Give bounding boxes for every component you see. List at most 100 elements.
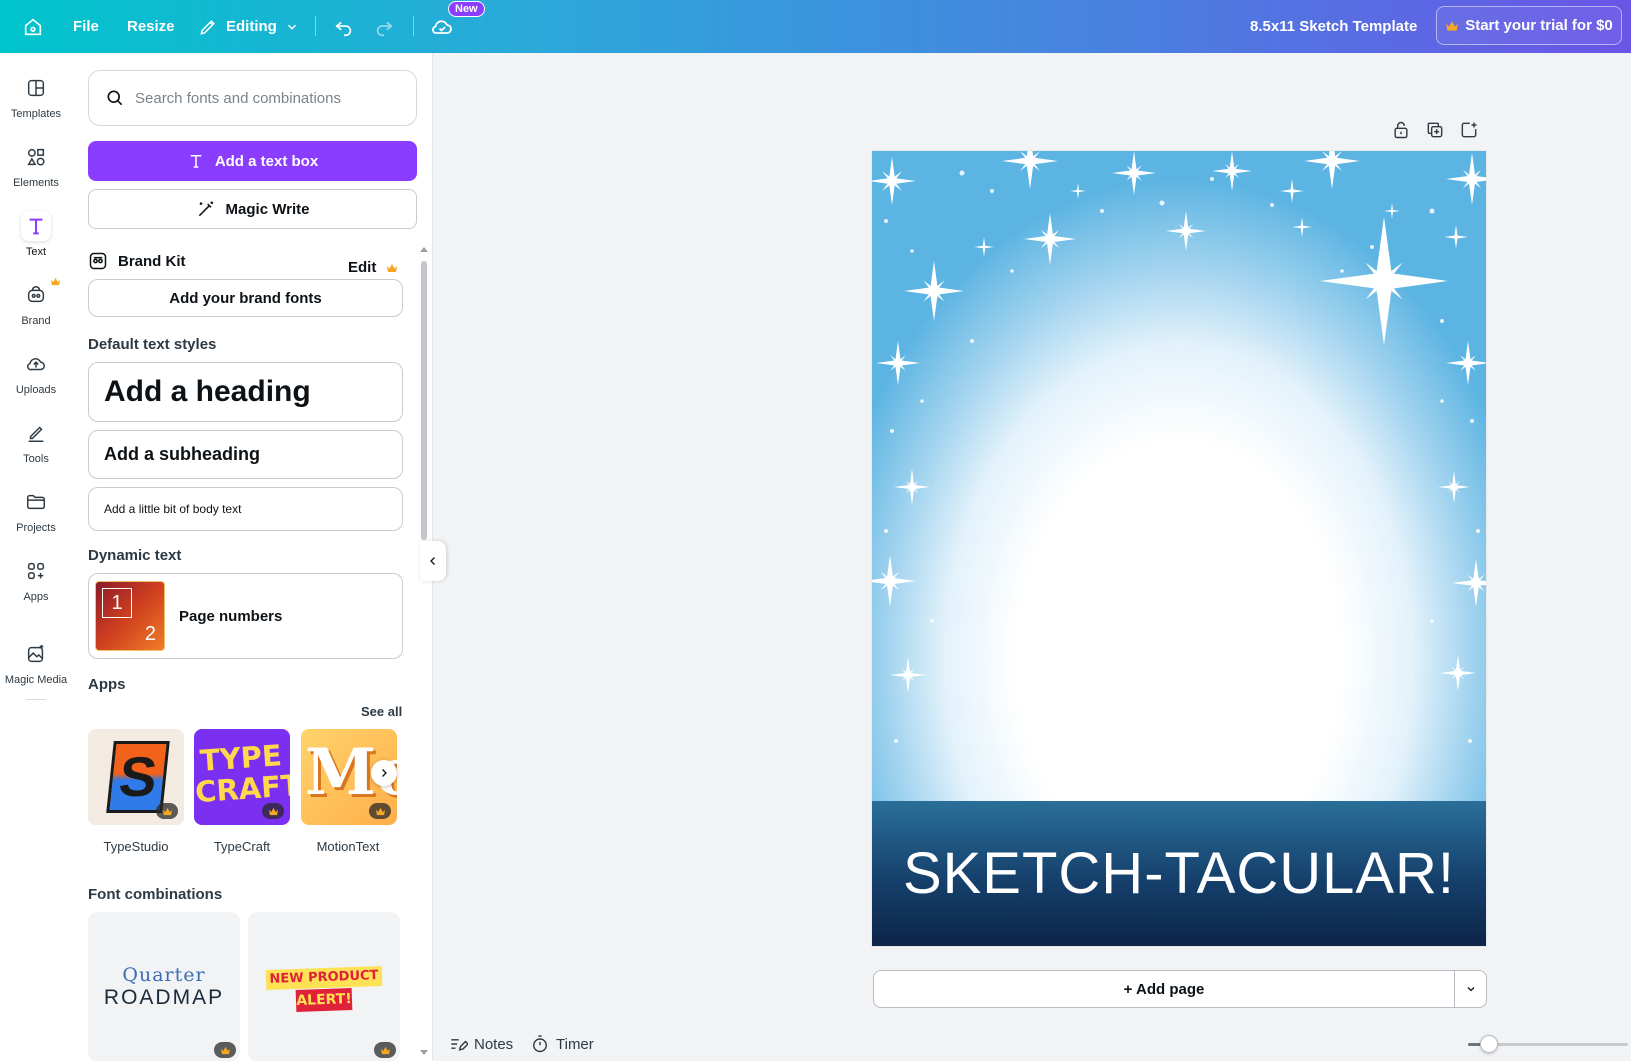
crown-icon: [220, 1046, 230, 1054]
notes-icon: [451, 1039, 468, 1051]
toolbar-divider: [315, 16, 316, 36]
sparkle-stars: [872, 151, 1486, 743]
add-page-bar: + Add page: [873, 970, 1487, 1008]
apps-scroll-next-button[interactable]: [371, 760, 397, 786]
elements-icon: [21, 142, 51, 172]
premium-badge: [374, 1042, 396, 1058]
add-body-text-button[interactable]: Add a little bit of body text: [88, 487, 403, 531]
undo-button[interactable]: [333, 0, 355, 53]
zoom-slider-handle[interactable]: [1480, 1035, 1498, 1053]
add-page-button[interactable]: + Add page: [874, 981, 1454, 998]
new-badge: New: [448, 1, 485, 17]
banner-headline[interactable]: SKETCH-TACULAR!: [903, 840, 1455, 907]
page-numbers-button[interactable]: 1 2 Page numbers: [88, 573, 403, 659]
edit-label: Edit: [348, 259, 377, 276]
rail-item-text[interactable]: Text: [0, 211, 72, 279]
document-title[interactable]: 8.5x11 Sketch Template: [1250, 0, 1417, 53]
rail-label: Elements: [13, 177, 59, 189]
undo-icon: [335, 21, 352, 36]
rail-item-apps[interactable]: Apps: [0, 556, 72, 624]
home-icon: [24, 18, 42, 35]
premium-badge: [156, 803, 178, 819]
pencil-icon: [200, 19, 215, 35]
timer-button[interactable]: Timer: [530, 1034, 594, 1054]
design-page[interactable]: SKETCH-TACULAR!: [872, 151, 1486, 946]
search-input[interactable]: [135, 89, 395, 107]
duplicate-page-icon[interactable]: [1425, 120, 1445, 140]
crown-icon: [375, 807, 385, 815]
rail-item-projects[interactable]: Projects: [0, 487, 72, 555]
zoom-slider[interactable]: [1468, 1035, 1628, 1053]
left-rail: Templates Elements Text Brand Uploads To…: [0, 53, 72, 1061]
typecraft-logo: TYPE CRAFT: [194, 738, 290, 809]
app-name: TypeCraft: [213, 839, 271, 854]
text-icon: [21, 211, 51, 241]
font-combo-new-product-alert[interactable]: NEW PRODUCT ALERT!: [248, 912, 400, 1061]
templates-icon: [21, 73, 51, 103]
rail-label: Projects: [16, 522, 56, 534]
rail-item-templates[interactable]: Templates: [0, 73, 72, 141]
page-number-two: 2: [144, 623, 156, 645]
premium-badge: [214, 1042, 236, 1058]
scroll-up-arrow[interactable]: [419, 245, 429, 253]
crown-icon: [380, 1046, 390, 1054]
rail-label: Apps: [23, 591, 49, 603]
add-page-icon[interactable]: [1459, 120, 1479, 140]
add-text-box-label: Add a text box: [214, 152, 319, 170]
notes-button[interactable]: Notes: [448, 1034, 513, 1054]
add-subheading-button[interactable]: Add a subheading: [88, 430, 403, 479]
page-tools: [1391, 120, 1479, 140]
brand-icon: [21, 280, 51, 310]
default-styles-title: Default text styles: [88, 336, 217, 353]
font-combinations-title: Font combinations: [88, 886, 223, 903]
redo-icon: [376, 21, 393, 36]
font-combo-quarter-roadmap[interactable]: Quarter ROADMAP: [88, 912, 240, 1061]
tools-icon: [21, 418, 51, 448]
app-tile-typecraft[interactable]: TYPE CRAFT: [194, 729, 290, 825]
app-name: MotionText: [316, 839, 380, 854]
timer-label: Timer: [556, 1035, 594, 1053]
brand-kit-header: Brand Kit: [88, 251, 186, 271]
start-trial-label: Start your trial for $0: [1465, 17, 1613, 34]
text-panel: Add a text box Magic Write Brand Kit Edi…: [72, 53, 433, 1061]
panel-scrollbar[interactable]: [421, 261, 427, 540]
collapse-panel-button[interactable]: [420, 541, 446, 581]
rail-item-elements[interactable]: Elements: [0, 142, 72, 210]
chevron-down-icon: [1467, 987, 1474, 992]
text-icon: [190, 155, 202, 168]
see-all-link[interactable]: See all: [361, 704, 402, 719]
rail-item-brand[interactable]: Brand: [0, 280, 72, 348]
rail-item-magic-media[interactable]: Magic Media: [0, 639, 72, 707]
app-tile-typestudio[interactable]: S: [88, 729, 184, 825]
page-numbers-thumbnail: 1 2: [95, 581, 165, 651]
search-box[interactable]: [88, 70, 417, 126]
redo-button[interactable]: [373, 0, 395, 53]
rail-item-uploads[interactable]: Uploads: [0, 349, 72, 417]
rail-item-tools[interactable]: Tools: [0, 418, 72, 486]
add-heading-button[interactable]: Add a heading: [88, 362, 403, 422]
title-banner[interactable]: SKETCH-TACULAR!: [872, 801, 1486, 946]
home-button[interactable]: [22, 0, 44, 53]
start-trial-button[interactable]: Start your trial for $0: [1436, 6, 1622, 45]
lock-icon[interactable]: [1391, 120, 1411, 140]
cloud-check-icon: [432, 19, 452, 34]
rail-label: Brand: [21, 315, 51, 327]
timer-icon: [533, 1035, 547, 1053]
add-brand-fonts-button[interactable]: Add your brand fonts: [88, 279, 403, 317]
editing-menu[interactable]: Editing: [198, 0, 299, 53]
apps-icon: [21, 556, 51, 586]
combo-line: ROADMAP: [103, 986, 225, 1009]
magic-write-button[interactable]: Magic Write: [88, 189, 417, 229]
add-text-box-button[interactable]: Add a text box: [88, 141, 417, 181]
brand-kit-edit[interactable]: Edit: [348, 259, 398, 276]
file-menu[interactable]: File: [73, 0, 99, 53]
crown-icon: [268, 807, 278, 815]
add-page-options-button[interactable]: [1454, 971, 1486, 1007]
typestudio-logo: S: [106, 741, 170, 813]
apps-title: Apps: [88, 676, 126, 693]
sparkle-sky-background: [872, 151, 1486, 801]
resize-menu[interactable]: Resize: [127, 0, 175, 53]
scroll-down-arrow[interactable]: [419, 1049, 429, 1057]
chevron-right-icon: [382, 769, 387, 777]
chevron-down-icon: [287, 24, 296, 30]
